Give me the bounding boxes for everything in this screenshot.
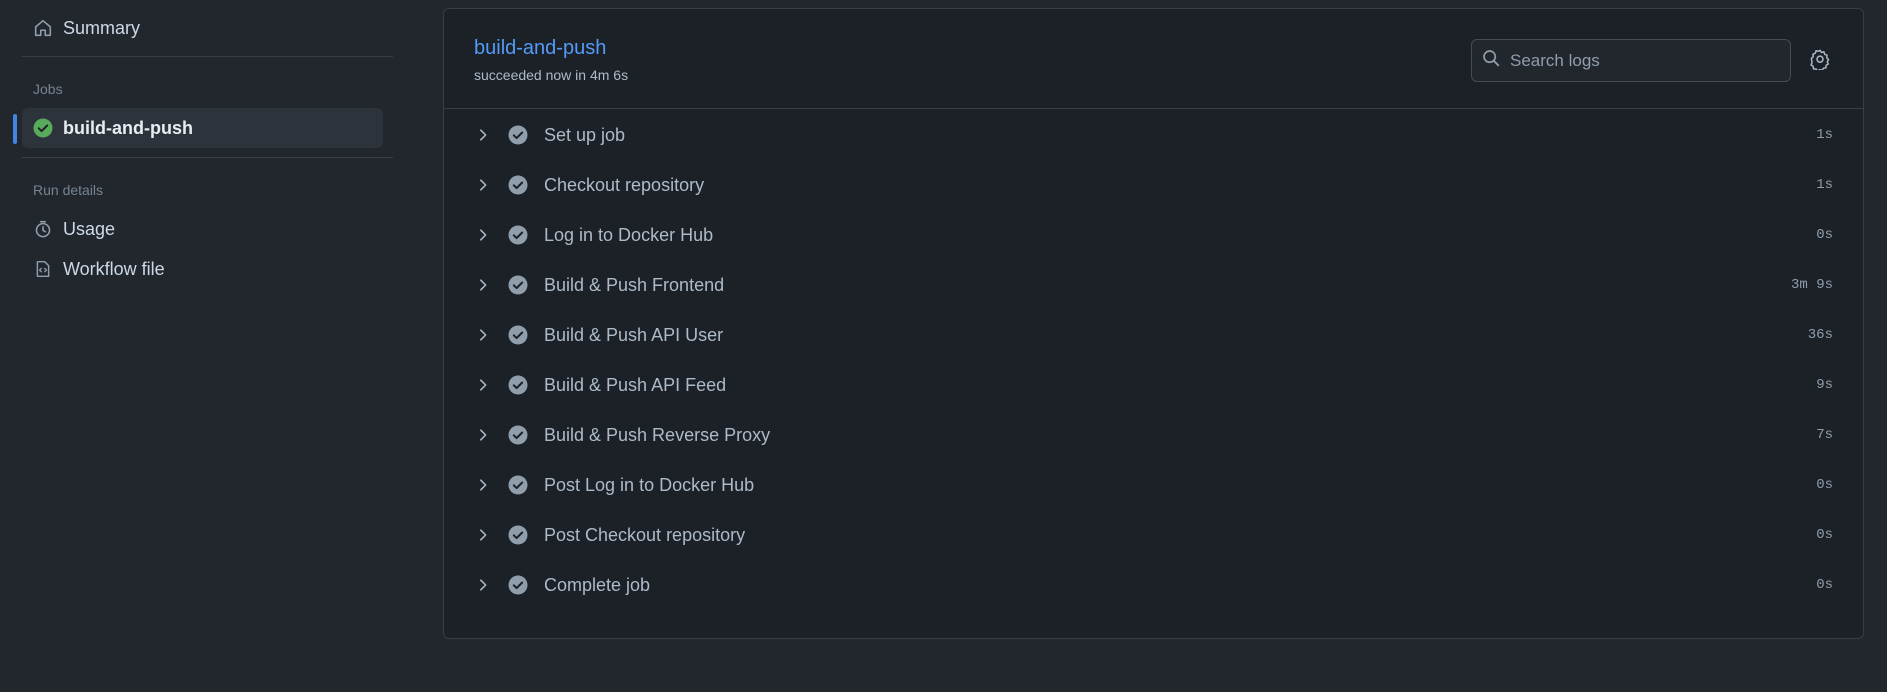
sidebar-item-usage[interactable]: Usage: [22, 209, 382, 249]
sidebar-item-workflow-file[interactable]: Workflow file: [22, 249, 382, 289]
step-name: Set up job: [544, 124, 626, 145]
step-name: Build & Push Reverse Proxy: [544, 424, 771, 445]
jobs-heading: Jobs: [33, 81, 63, 97]
chevron-right-icon: [475, 127, 491, 143]
active-job-indicator: [13, 114, 17, 144]
sidebar: Summary Jobs build-and-push Run details …: [0, 0, 400, 692]
check-circle-icon: [508, 175, 528, 195]
chevron-right-icon: [475, 477, 491, 493]
step-name: Checkout repository: [544, 174, 705, 195]
chevron-right-icon: [475, 427, 491, 443]
chevron-right-icon: [475, 527, 491, 543]
step-duration: 1s: [1816, 177, 1833, 193]
step-duration: 0s: [1816, 527, 1833, 543]
step-name: Build & Push API User: [544, 324, 724, 345]
chevron-right-icon: [475, 227, 491, 243]
check-circle-icon: [508, 375, 528, 395]
check-circle-icon: [508, 475, 528, 495]
file-code-icon: [33, 259, 53, 279]
step-name: Build & Push API Feed: [544, 374, 727, 395]
search-logs-box[interactable]: [1471, 39, 1791, 82]
steps-list: Set up job 1s Checkout repository 1s Log…: [444, 110, 1863, 610]
step-row[interactable]: Complete job 0s: [444, 560, 1863, 610]
chevron-right-icon: [475, 577, 491, 593]
job-status-text: succeeded now in 4m 6s: [474, 67, 629, 83]
sidebar-item-summary[interactable]: Summary: [22, 8, 382, 48]
step-duration: 0s: [1816, 577, 1833, 593]
chevron-right-icon: [475, 377, 491, 393]
step-row[interactable]: Build & Push Frontend 3m 9s: [444, 260, 1863, 310]
chevron-right-icon: [475, 177, 491, 193]
check-circle-icon: [33, 118, 53, 138]
step-row[interactable]: Build & Push API Feed 9s: [444, 360, 1863, 410]
settings-button[interactable]: [1805, 46, 1835, 76]
check-circle-icon: [508, 575, 528, 595]
step-row[interactable]: Build & Push Reverse Proxy 7s: [444, 410, 1863, 460]
step-duration: 7s: [1816, 427, 1833, 443]
job-header: build-and-push succeeded now in 4m 6s: [444, 9, 1863, 109]
step-duration: 36s: [1807, 327, 1833, 343]
step-name: Log in to Docker Hub: [544, 224, 714, 245]
step-name: Post Checkout repository: [544, 524, 746, 545]
check-circle-icon: [508, 225, 528, 245]
job-log-panel: build-and-push succeeded now in 4m 6s Se…: [443, 8, 1864, 639]
step-duration: 0s: [1816, 477, 1833, 493]
sidebar-item-label: Summary: [63, 17, 141, 38]
chevron-right-icon: [475, 327, 491, 343]
check-circle-icon: [508, 275, 528, 295]
sidebar-item-label: Workflow file: [63, 258, 165, 279]
job-title[interactable]: build-and-push: [474, 37, 606, 60]
sidebar-divider: [22, 56, 393, 57]
stopwatch-icon: [33, 219, 53, 239]
step-duration: 9s: [1816, 377, 1833, 393]
step-row[interactable]: Set up job 1s: [444, 110, 1863, 160]
check-circle-icon: [508, 425, 528, 445]
step-name: Build & Push Frontend: [544, 274, 725, 295]
search-logs-input[interactable]: [1508, 49, 1778, 72]
step-duration: 1s: [1816, 127, 1833, 143]
check-circle-icon: [508, 325, 528, 345]
check-circle-icon: [508, 125, 528, 145]
search-icon: [1482, 49, 1500, 72]
step-row[interactable]: Log in to Docker Hub 0s: [444, 210, 1863, 260]
step-row[interactable]: Checkout repository 1s: [444, 160, 1863, 210]
run-details-heading: Run details: [33, 182, 104, 198]
step-name: Post Log in to Docker Hub: [544, 474, 755, 495]
home-icon: [33, 18, 53, 38]
step-duration: 3m 9s: [1790, 277, 1833, 293]
step-row[interactable]: Post Log in to Docker Hub 0s: [444, 460, 1863, 510]
gear-icon: [1809, 48, 1831, 75]
sidebar-divider: [22, 157, 393, 158]
sidebar-item-label: build-and-push: [63, 117, 193, 138]
sidebar-item-label: Usage: [63, 218, 116, 239]
chevron-right-icon: [475, 277, 491, 293]
step-row[interactable]: Build & Push API User 36s: [444, 310, 1863, 360]
check-circle-icon: [508, 525, 528, 545]
step-name: Complete job: [544, 574, 651, 595]
step-row[interactable]: Post Checkout repository 0s: [444, 510, 1863, 560]
step-duration: 0s: [1816, 227, 1833, 243]
sidebar-item-job-build-and-push[interactable]: build-and-push: [22, 108, 383, 148]
